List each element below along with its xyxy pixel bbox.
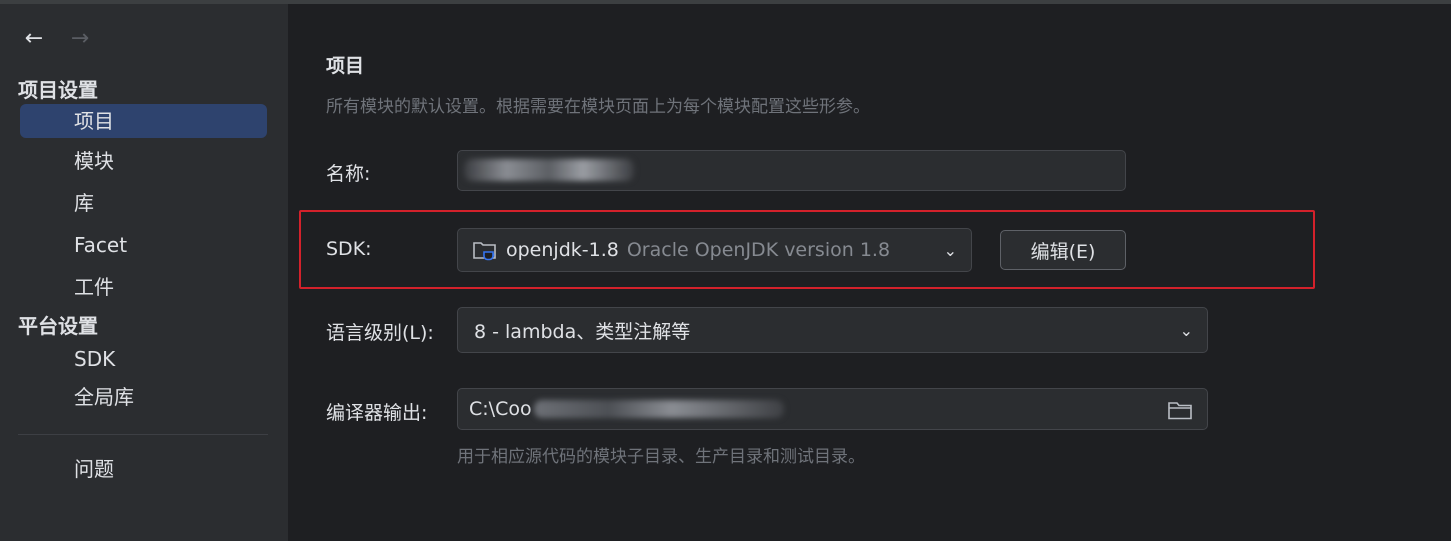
- sidebar-item-modules[interactable]: 模块: [20, 144, 267, 178]
- sidebar-item-problems[interactable]: 问题: [20, 452, 267, 486]
- back-arrow-icon[interactable]: ←: [22, 26, 46, 51]
- language-level-value: 8 - lambda、类型注解等: [474, 320, 691, 343]
- sidebar-divider: [18, 434, 268, 435]
- page-description: 所有模块的默认设置。根据需要在模块页面上为每个模块配置这些形参。: [326, 97, 870, 117]
- sdk-label: SDK:: [326, 238, 372, 260]
- sidebar-item-artifacts[interactable]: 工件: [20, 270, 267, 304]
- edit-sdk-button[interactable]: 编辑(E): [1000, 230, 1126, 270]
- forward-arrow-icon[interactable]: →: [68, 26, 92, 51]
- jdk-folder-icon: [473, 242, 496, 261]
- compiler-output-field[interactable]: C:\Coo: [457, 388, 1208, 430]
- blurred-path: [533, 400, 784, 418]
- language-level-label: 语言级别(L):: [326, 322, 434, 344]
- compiler-output-value: C:\Coo: [469, 398, 532, 420]
- compiler-output-label: 编译器输出:: [326, 402, 428, 424]
- section-project-settings: 项目设置: [18, 78, 98, 102]
- sidebar-item-sdk[interactable]: SDK: [20, 342, 267, 376]
- chevron-down-icon: ⌄: [943, 241, 957, 260]
- page-title: 项目: [326, 55, 365, 77]
- settings-sidebar: ← → 项目设置 项目 模块 库 Facet 工件 平台设置 SDK 全局库 问…: [0, 4, 289, 541]
- sidebar-item-libraries[interactable]: 库: [20, 186, 267, 220]
- name-label: 名称:: [326, 163, 371, 185]
- sidebar-item-facet[interactable]: Facet: [20, 228, 267, 262]
- folder-icon[interactable]: [1167, 399, 1193, 421]
- compiler-output-hint: 用于相应源代码的模块子目录、生产目录和测试目录。: [457, 447, 865, 467]
- language-level-dropdown[interactable]: 8 - lambda、类型注解等 ⌄: [457, 307, 1208, 353]
- section-platform-settings: 平台设置: [18, 314, 98, 338]
- sdk-name: openjdk-1.8: [506, 239, 619, 261]
- sidebar-item-global-libraries[interactable]: 全局库: [20, 380, 267, 414]
- blurred-project-name: [464, 159, 634, 181]
- project-settings-panel: 项目 所有模块的默认设置。根据需要在模块页面上为每个模块配置这些形参。 名称: …: [289, 4, 1451, 541]
- project-name-field[interactable]: [457, 150, 1126, 191]
- sidebar-item-project[interactable]: 项目: [20, 104, 267, 138]
- history-nav: ← →: [22, 26, 92, 51]
- sdk-dropdown[interactable]: openjdk-1.8 Oracle OpenJDK version 1.8 ⌄: [457, 228, 972, 272]
- chevron-down-icon: ⌄: [1179, 321, 1193, 340]
- sdk-version-detail: Oracle OpenJDK version 1.8: [626, 239, 891, 261]
